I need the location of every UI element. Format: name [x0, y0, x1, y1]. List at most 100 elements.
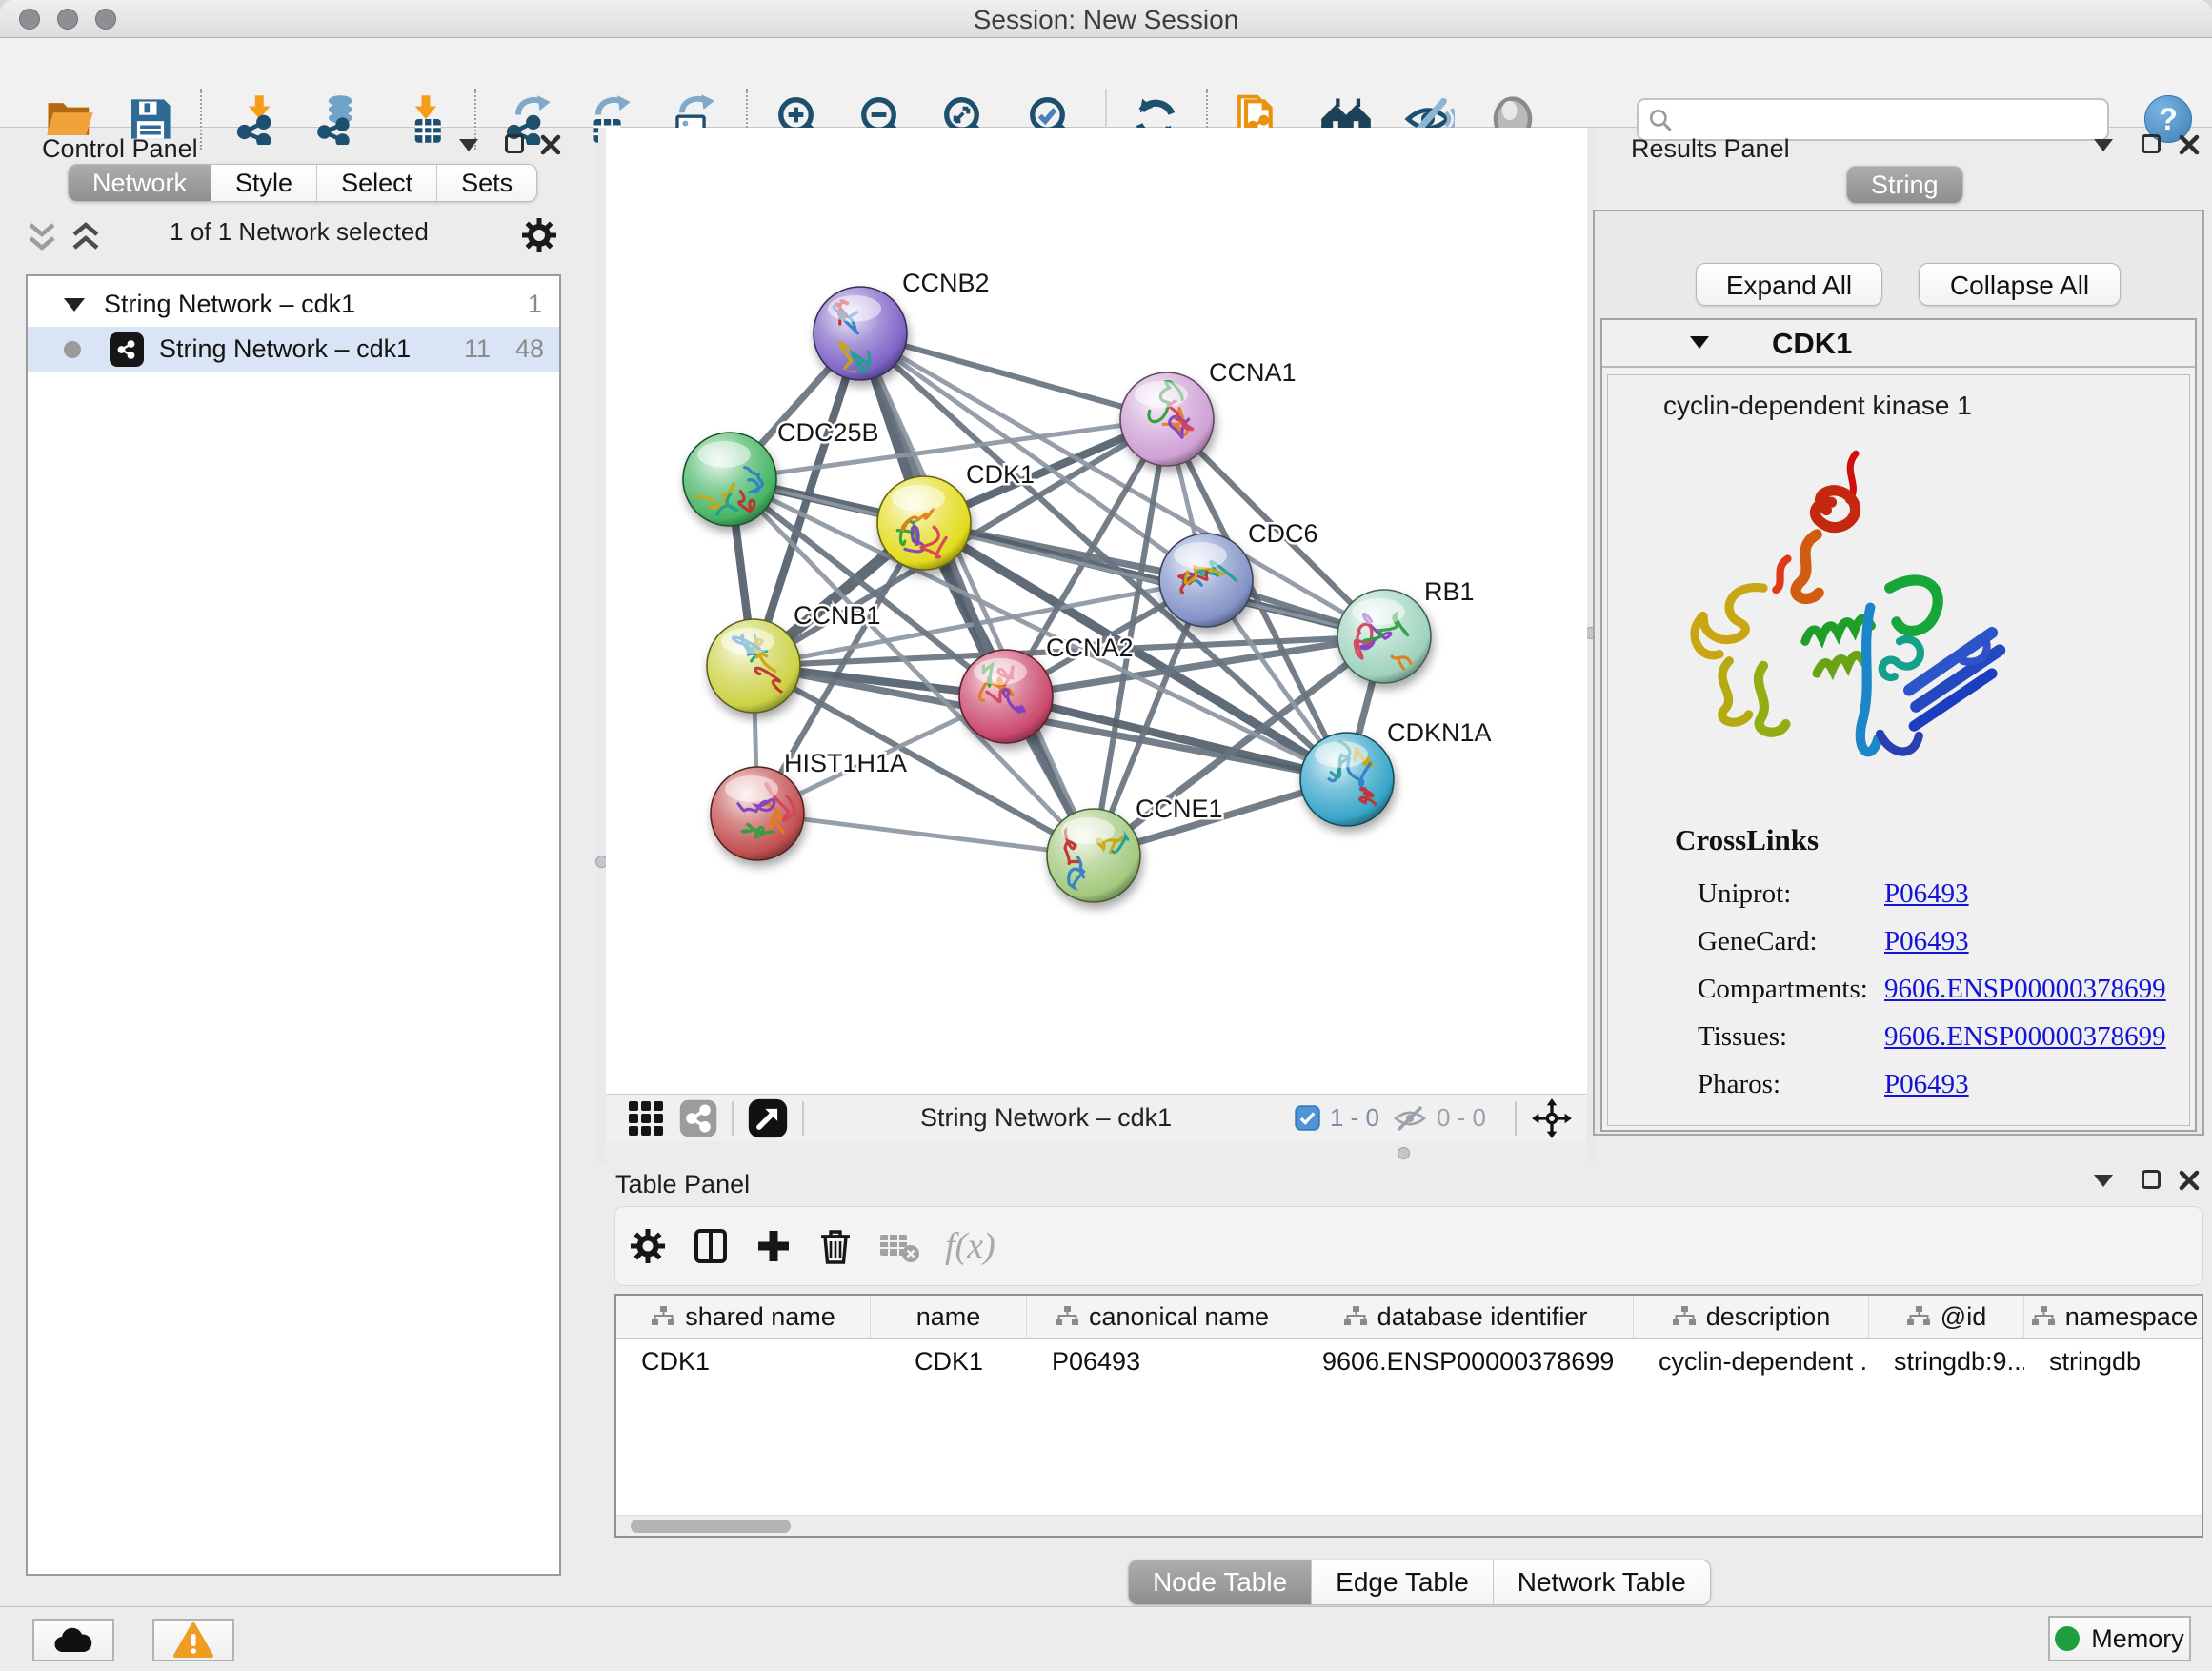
network-node-RB1[interactable]: RB1	[1337, 577, 1475, 683]
network-canvas[interactable]: CCNB2CCNA1CDC25BCDK1CDC6RB1CCNB1CCNA2CDK…	[606, 128, 1587, 1094]
tab-network-table[interactable]: Network Table	[1493, 1560, 1710, 1604]
tree-expander-icon[interactable]	[64, 298, 85, 312]
network-node-CCNB1[interactable]: CCNB1	[707, 601, 881, 713]
table-panel-float-icon[interactable]	[2142, 1170, 2161, 1189]
table-options-button[interactable]	[629, 1227, 667, 1265]
tab-sets[interactable]: Sets	[436, 165, 536, 201]
column-header-database-identifier[interactable]: database identifier	[1297, 1296, 1634, 1338]
trash-icon	[817, 1227, 854, 1265]
column-header-description[interactable]: description	[1634, 1296, 1869, 1338]
column-header-canonical-name[interactable]: canonical name	[1027, 1296, 1297, 1338]
node-label-RB1: RB1	[1424, 577, 1475, 606]
tab-edge-table[interactable]: Edge Table	[1311, 1560, 1493, 1604]
network-node-HIST1H1A[interactable]: HIST1H1A	[711, 749, 907, 860]
table-horizontal-scrollbar[interactable]	[616, 1515, 2202, 1536]
tab-style[interactable]: Style	[211, 165, 316, 201]
tab-node-table[interactable]: Node Table	[1129, 1560, 1311, 1604]
search-icon	[1648, 108, 1673, 132]
search-input[interactable]	[1680, 104, 2098, 135]
warnings-button[interactable]	[152, 1619, 234, 1661]
hierarchy-icon	[1906, 1305, 1931, 1328]
delete-column-button[interactable]	[817, 1227, 854, 1265]
table-row: CDK1CDK1P064939606.ENSP00000378699cyclin…	[616, 1339, 2202, 1383]
hierarchy-icon	[1672, 1305, 1697, 1328]
table-cell[interactable]: 9606.ENSP00000378699	[1297, 1339, 1634, 1383]
network-row[interactable]: String Network – cdk1 11 48	[28, 327, 559, 372]
collapse-all-button[interactable]: Collapse All	[1919, 263, 2121, 306]
memory-status-button[interactable]: Memory	[2048, 1616, 2191, 1661]
create-column-button[interactable]	[754, 1227, 793, 1265]
node-label-CCNA1: CCNA1	[1209, 358, 1297, 387]
results-panel-float-icon[interactable]	[2142, 134, 2161, 153]
scrollbar-thumb[interactable]	[631, 1520, 791, 1533]
hierarchy-icon	[2031, 1305, 2056, 1328]
fit-selected-crosshair-icon[interactable]	[1530, 1097, 1574, 1140]
network-node-CDKN1A[interactable]: CDKN1A	[1300, 718, 1492, 826]
import-table-icon	[400, 93, 452, 145]
hierarchy-icon	[1055, 1305, 1079, 1328]
table-cell[interactable]: CDK1	[616, 1339, 871, 1383]
crosslink-link[interactable]: P06493	[1884, 1069, 2166, 1100]
columns-icon	[692, 1227, 730, 1265]
table-cell[interactable]: stringdb	[2024, 1339, 2203, 1383]
titlebar: Session: New Session	[0, 0, 2212, 38]
string-results-container: Expand All Collapse All CDK1 cyclin-depe…	[1593, 210, 2204, 1136]
crosslink-label: Tissues:	[1698, 1021, 1884, 1053]
network-view-share-icon[interactable]	[678, 1098, 718, 1138]
tab-network[interactable]: Network	[69, 165, 211, 201]
status-bar: Memory	[0, 1606, 2212, 1671]
network-node-count: 11	[464, 334, 491, 364]
control-panel-close-icon[interactable]	[539, 133, 562, 156]
table-cell[interactable]: CDK1	[871, 1339, 1027, 1383]
tab-select[interactable]: Select	[316, 165, 436, 201]
tab-string[interactable]: String	[1847, 167, 1962, 203]
table-cell[interactable]: P06493	[1027, 1339, 1297, 1383]
network-collection-row[interactable]: String Network – cdk1 1	[28, 282, 559, 327]
network-options-gear-icon[interactable]	[520, 216, 558, 254]
import-table-button[interactable]	[399, 92, 452, 146]
bottom-divider-handle[interactable]	[1398, 1147, 1410, 1159]
column-header-namespace[interactable]: namespace	[2024, 1296, 2203, 1338]
birdseye-view-icon[interactable]	[747, 1097, 789, 1139]
table-panel-menu-icon[interactable]	[2094, 1175, 2113, 1187]
column-header--id[interactable]: @id	[1869, 1296, 2024, 1338]
node-table: shared namenamecanonical namedatabase id…	[614, 1294, 2203, 1538]
control-panel-float-icon[interactable]	[505, 134, 524, 153]
table-panel-close-icon[interactable]	[2178, 1169, 2201, 1192]
column-header-name[interactable]: name	[871, 1296, 1027, 1338]
selected-checkbox-icon[interactable]	[1295, 1105, 1320, 1131]
node-label-CDC6: CDC6	[1248, 519, 1318, 548]
gene-header[interactable]: CDK1	[1602, 320, 2195, 368]
import-network-from-database-button[interactable]	[312, 92, 365, 146]
network-node-CDC25B[interactable]: CDC25B	[683, 418, 879, 547]
results-panel-menu-icon[interactable]	[2094, 139, 2113, 151]
network-nodes: CCNB2CCNA1CDC25BCDK1CDC6RB1CCNB1CCNA2CDK…	[683, 269, 1492, 902]
crosslink-link[interactable]: 9606.ENSP00000378699	[1884, 974, 2166, 1005]
plus-icon	[754, 1227, 793, 1265]
crosslink-link[interactable]: P06493	[1884, 878, 2166, 910]
results-panel-close-icon[interactable]	[2178, 133, 2201, 156]
toolbar-separator	[200, 89, 202, 150]
cloud-status-button[interactable]	[32, 1619, 114, 1661]
expand-all-button[interactable]: Expand All	[1696, 263, 1882, 306]
gene-collapse-icon[interactable]	[1690, 336, 1709, 349]
show-columns-button[interactable]	[692, 1227, 730, 1265]
network-node-CCNA1[interactable]: CCNA1	[1120, 358, 1297, 466]
table-body: CDK1CDK1P064939606.ENSP00000378699cyclin…	[616, 1339, 2202, 1383]
column-header-shared-name[interactable]: shared name	[616, 1296, 871, 1338]
grid-view-icon[interactable]	[627, 1099, 665, 1137]
left-panel-divider[interactable]	[598, 128, 606, 1164]
node-label-CDKN1A: CDKN1A	[1387, 718, 1492, 747]
results-panel-tabs: String	[1846, 166, 1963, 204]
table-cell[interactable]: stringdb:9...	[1869, 1339, 2024, 1383]
network-edge-CCNE1-HIST1H1A[interactable]	[757, 814, 1094, 856]
node-label-CCNA2: CCNA2	[1046, 634, 1134, 662]
table-cell[interactable]: cyclin-dependent ...	[1634, 1339, 1869, 1383]
collection-count: 1	[528, 290, 542, 319]
hierarchy-icon	[1343, 1305, 1368, 1328]
crosslink-link[interactable]: P06493	[1884, 926, 2166, 957]
crosslink-link[interactable]: 9606.ENSP00000378699	[1884, 1021, 2166, 1053]
warning-icon	[173, 1622, 213, 1659]
control-panel-menu-icon[interactable]	[459, 139, 478, 151]
import-network-button[interactable]	[231, 92, 284, 146]
